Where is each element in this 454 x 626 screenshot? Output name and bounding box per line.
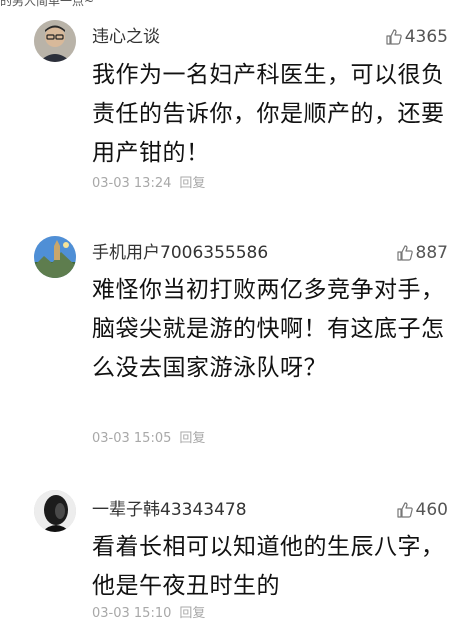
username[interactable]: 违心之谈 xyxy=(92,26,160,48)
user-avatar[interactable] xyxy=(34,20,76,62)
comment-text: 难怪你当初打败两亿多竞争对手，脑袋尖就是游的快啊！有这底子怎么没去国家游泳队呀？ xyxy=(92,277,445,381)
username[interactable]: 一辈子韩43343478 xyxy=(92,499,247,521)
man-with-glasses-icon xyxy=(34,20,76,62)
user-avatar[interactable] xyxy=(34,490,76,532)
comment-meta: 03-03 15:10 回复 xyxy=(92,605,205,623)
dark-portrait-icon xyxy=(34,490,76,532)
username[interactable]: 手机用户7006355586 xyxy=(92,242,268,264)
reply-button[interactable]: 回复 xyxy=(179,431,205,446)
like-button[interactable]: 4365 xyxy=(385,26,448,48)
comment-text: 我作为一名妇产科医生，可以很负责任的告诉你，你是顺产的，还要用产钳的！ xyxy=(92,62,445,166)
comment-time: 03-03 13:24 xyxy=(92,176,172,191)
user-avatar[interactable] xyxy=(34,236,76,278)
thumbs-up-icon xyxy=(396,245,413,261)
like-button[interactable]: 887 xyxy=(396,242,448,264)
like-count: 887 xyxy=(415,243,448,263)
comment-meta: 03-03 13:24 回复 xyxy=(92,175,205,193)
comment-meta: 03-03 15:05 回复 xyxy=(92,430,205,448)
like-count: 460 xyxy=(415,500,448,520)
thumbs-up-icon xyxy=(396,502,413,518)
landscape-icon xyxy=(34,236,76,278)
cut-off-top-text: 的男人简单一点~ xyxy=(0,0,95,8)
reply-button[interactable]: 回复 xyxy=(179,176,205,191)
like-button[interactable]: 460 xyxy=(396,499,448,521)
reply-button[interactable]: 回复 xyxy=(179,606,205,621)
comment-text: 看着长相可以知道他的生辰八字，他是午夜丑时生的 xyxy=(92,534,445,599)
like-count: 4365 xyxy=(404,27,448,47)
comment-time: 03-03 15:10 xyxy=(92,606,172,621)
comment-time: 03-03 15:05 xyxy=(92,431,172,446)
thumbs-up-icon xyxy=(386,29,402,45)
